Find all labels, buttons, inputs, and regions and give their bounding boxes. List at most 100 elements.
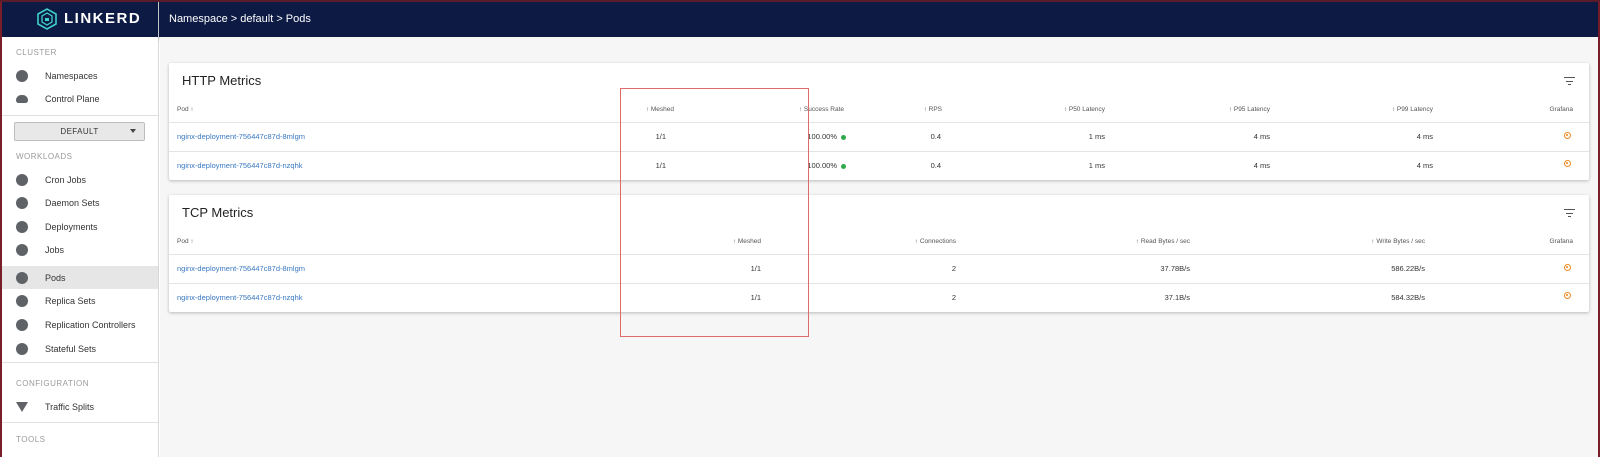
- deployments-icon: [16, 220, 28, 233]
- column-header-p99-latency: ↑ P99 Latency: [1391, 106, 1433, 113]
- cron-jobs-icon: [16, 173, 28, 186]
- grafana-icon[interactable]: [1564, 292, 1571, 299]
- header-bar: Namespace > default > Pods: [159, 0, 1598, 37]
- tcp-metrics-title: TCP Metrics: [182, 205, 254, 220]
- status-ok-icon: [841, 134, 846, 140]
- cloud-icon: [16, 94, 28, 103]
- brand-name: LINKERD: [64, 10, 142, 27]
- sidebar-item-label: Deployments: [45, 221, 98, 232]
- write-bytes-value: 586.22B/s: [1391, 264, 1425, 273]
- grafana-icon[interactable]: [1564, 132, 1571, 139]
- grafana-icon[interactable]: [1564, 264, 1571, 271]
- sidebar-item-label: Replication Controllers: [45, 319, 136, 330]
- sidebar-item-cron-jobs[interactable]: Cron Jobs: [2, 168, 158, 191]
- window-top-border: [0, 0, 1600, 2]
- filter-icon[interactable]: [1564, 77, 1575, 86]
- table-divider: [169, 254, 1589, 255]
- sidebar-item-label: Pods: [45, 272, 66, 283]
- table-divider: [169, 151, 1589, 152]
- sidebar-item-label: Daemon Sets: [45, 197, 100, 208]
- column-header-rps[interactable]: ↑ RPS: [924, 106, 942, 113]
- main-content: HTTP Metrics Pod ↑ ↑ Meshed ↑ Success Ra…: [160, 37, 1598, 457]
- filter-icon: [16, 401, 28, 412]
- section-label-configuration: CONFIGURATION: [16, 379, 90, 388]
- success-rate-text: 100.00%: [807, 161, 837, 170]
- connections-value: 2: [951, 264, 956, 273]
- linkerd-logo-icon: [37, 7, 57, 30]
- sidebar-item-label: Cron Jobs: [45, 174, 87, 185]
- sidebar-item-label: Control Plane: [45, 93, 100, 104]
- sidebar-item-label: Traffic Splits: [45, 401, 95, 412]
- sidebar-item-namespaces[interactable]: Namespaces: [2, 64, 158, 87]
- success-rate-value: 100.00%: [807, 161, 846, 170]
- sidebar-item-traffic-splits[interactable]: Traffic Splits: [2, 395, 158, 418]
- sidebar-item-label: Jobs: [45, 244, 65, 255]
- success-rate-value: 100.00%: [807, 132, 846, 141]
- p99-value: 4 ms: [1416, 161, 1433, 170]
- pods-icon: [16, 271, 28, 284]
- column-header-write-bytes[interactable]: ↑ Write Bytes / sec: [1371, 238, 1425, 245]
- sidebar: LINKERD CLUSTER Namespaces Control Plane…: [2, 0, 159, 457]
- filter-icon[interactable]: [1564, 209, 1575, 218]
- section-label-cluster: CLUSTER: [16, 48, 57, 57]
- brand[interactable]: LINKERD: [2, 0, 158, 37]
- sidebar-item-stateful-sets[interactable]: Stateful Sets: [2, 337, 158, 360]
- pod-link[interactable]: nginx-deployment-756447c87d-8mlgm: [177, 132, 305, 141]
- section-label-tools: TOOLS: [16, 435, 46, 444]
- sidebar-item-replication-controllers[interactable]: Replication Controllers: [2, 313, 158, 336]
- sidebar-item-daemon-sets[interactable]: Daemon Sets: [2, 191, 158, 214]
- pod-link[interactable]: nginx-deployment-756447c87d-8mlgm: [177, 264, 305, 273]
- column-header-pod[interactable]: Pod ↑: [177, 106, 194, 113]
- sidebar-divider: [2, 115, 158, 116]
- column-header-read-bytes[interactable]: ↑ Read Bytes / sec: [1136, 238, 1190, 245]
- sidebar-item-label: Stateful Sets: [45, 343, 97, 354]
- pod-link[interactable]: nginx-deployment-756447c87d-nzqhk: [177, 293, 303, 302]
- p50-value: 1 ms: [1088, 161, 1105, 170]
- replica-sets-icon: [16, 294, 28, 307]
- sidebar-item-label: Namespaces: [45, 70, 98, 81]
- p99-value: 4 ms: [1416, 132, 1433, 141]
- column-header-connections[interactable]: ↑ Connections: [915, 238, 956, 245]
- success-rate-text: 100.00%: [807, 132, 837, 141]
- highlight-annotation-box: [620, 88, 809, 337]
- rps-value: 0.4: [930, 161, 941, 170]
- namespace-select[interactable]: DEFAULT: [14, 122, 145, 141]
- replication-controllers-icon: [16, 318, 28, 331]
- jobs-icon: [16, 243, 28, 256]
- sidebar-item-label: Replica Sets: [45, 295, 96, 306]
- table-divider: [169, 122, 1589, 123]
- sidebar-divider: [2, 362, 158, 363]
- rps-value: 0.4: [930, 132, 941, 141]
- read-bytes-value: 37.78B/s: [1160, 264, 1190, 273]
- daemon-sets-icon: [16, 196, 28, 209]
- status-ok-icon: [841, 163, 846, 169]
- sidebar-item-jobs[interactable]: Jobs: [2, 238, 158, 261]
- http-metrics-card: HTTP Metrics Pod ↑ ↑ Meshed ↑ Success Ra…: [169, 63, 1589, 180]
- sidebar-item-replica-sets[interactable]: Replica Sets: [2, 289, 158, 312]
- column-header-pod[interactable]: Pod ↑: [177, 238, 194, 245]
- stateful-sets-icon: [16, 342, 28, 355]
- sidebar-item-pods[interactable]: Pods: [2, 266, 158, 289]
- p50-value: 1 ms: [1088, 132, 1105, 141]
- connections-value: 2: [951, 293, 956, 302]
- write-bytes-value: 584.32B/s: [1391, 293, 1425, 302]
- namespaces-icon: [16, 69, 28, 82]
- tcp-metrics-card: TCP Metrics Pod ↑ ↑ Meshed ↑ Connections…: [169, 195, 1589, 312]
- sidebar-item-deployments[interactable]: Deployments: [2, 215, 158, 238]
- section-label-workloads: WORKLOADS: [16, 152, 73, 161]
- read-bytes-value: 37.1B/s: [1164, 293, 1190, 302]
- breadcrumb[interactable]: Namespace > default > Pods: [169, 13, 311, 25]
- table-divider: [169, 283, 1589, 284]
- column-header-p50-latency[interactable]: ↑ P50 Latency: [1064, 106, 1105, 113]
- column-header-grafana: Grafana: [1549, 238, 1574, 245]
- grafana-icon[interactable]: [1564, 160, 1571, 167]
- pod-link[interactable]: nginx-deployment-756447c87d-nzqhk: [177, 161, 303, 170]
- caret-down-icon: [130, 129, 136, 133]
- p95-value: 4 ms: [1253, 132, 1270, 141]
- namespace-select-value: DEFAULT: [60, 127, 99, 136]
- http-metrics-title: HTTP Metrics: [182, 73, 262, 88]
- column-header-p95-latency[interactable]: ↑ P95 Latency: [1229, 106, 1270, 113]
- sidebar-item-control-plane[interactable]: Control Plane: [2, 87, 158, 110]
- sidebar-divider: [2, 422, 158, 423]
- column-header-grafana: Grafana: [1549, 106, 1574, 113]
